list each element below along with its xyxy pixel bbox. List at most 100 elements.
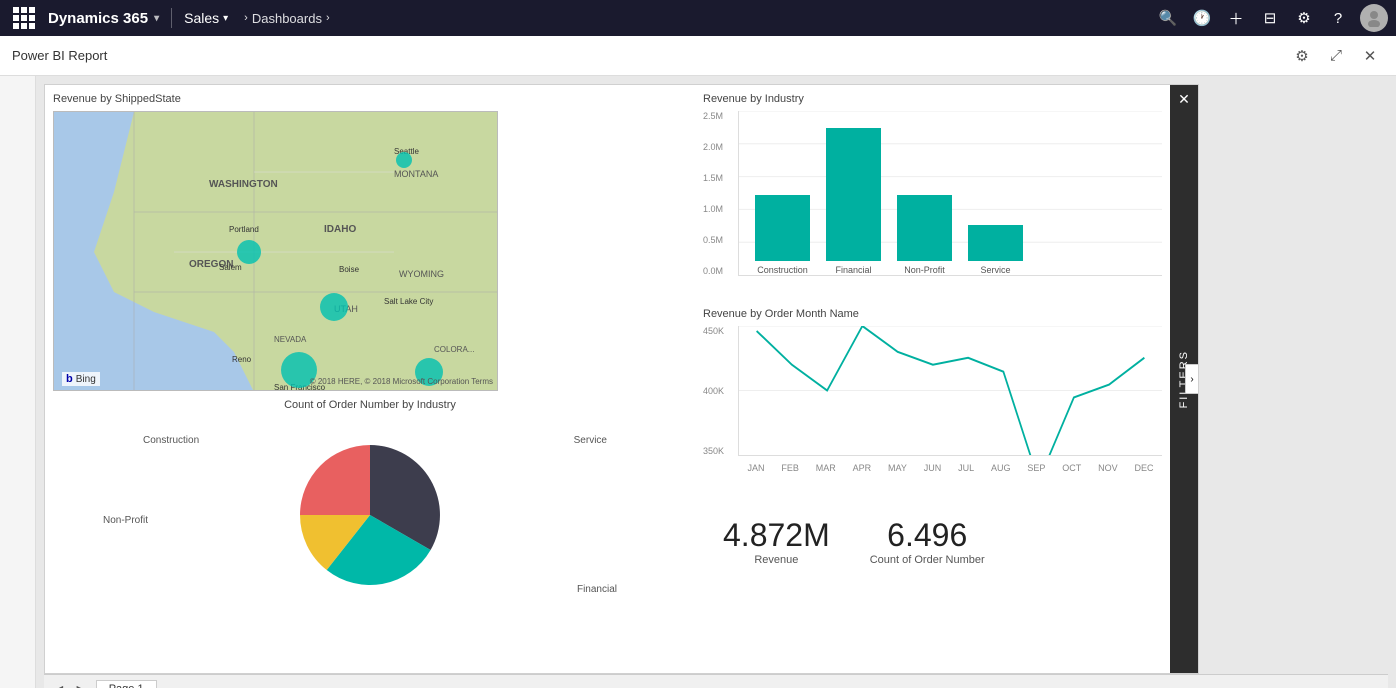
subheader-close-button[interactable]: ✕ (1356, 42, 1384, 70)
bar-y-label-1: 2.0M (703, 142, 723, 152)
bar-financial (826, 128, 881, 261)
page-nav-next[interactable]: ► (74, 681, 88, 688)
breadcrumb-label: Dashboards (252, 11, 322, 26)
page-tabs: ◄ ► Page 1 (44, 674, 1388, 688)
kpi-revenue-value: 4.872M (723, 517, 830, 554)
settings-button[interactable]: ⚙ (1288, 0, 1320, 36)
line-chart-area: JAN FEB MAR APR MAY JUN JUL AUG SEP OC (738, 326, 1162, 456)
report-container: › Revenue by ShippedState (44, 84, 1199, 674)
bar-y-axis: 2.5M 2.0M 1.5M 1.0M 0.5M 0.0M (703, 111, 723, 276)
kpi-order-count-label: Count of Order Number (870, 554, 985, 566)
page-tab-1[interactable]: Page 1 (96, 680, 157, 688)
bar-chart-wrapper: 2.5M 2.0M 1.5M 1.0M 0.5M 0.0M (703, 111, 1162, 296)
bar-label-service: Service (980, 265, 1010, 275)
map-container: WASHINGTON OREGON IDAHO MONTANA WYOMING … (53, 111, 498, 391)
map-copyright: © 2018 HERE, © 2018 Microsoft Corporatio… (310, 377, 493, 386)
x-label-mar: MAR (816, 463, 836, 473)
line-section: Revenue by Order Month Name 450K 400K 35… (703, 308, 1162, 481)
apps-button[interactable] (8, 0, 40, 36)
page-nav-prev[interactable]: ◄ (52, 681, 66, 688)
bar-y-label-5: 0.0M (703, 266, 723, 276)
pie-chart-svg (290, 435, 450, 595)
svg-text:IDAHO: IDAHO (324, 224, 356, 235)
bar-group-service: Service (968, 225, 1023, 275)
breadcrumb: › Dashboards › (236, 11, 337, 26)
line-title: Revenue by Order Month Name (703, 308, 1162, 320)
report-title: Power BI Report (12, 48, 107, 63)
x-label-jun: JUN (924, 463, 942, 473)
svg-text:MONTANA: MONTANA (394, 169, 438, 179)
bar-construction (755, 195, 810, 261)
breadcrumb-arrow2-icon: › (326, 12, 330, 24)
user-avatar[interactable] (1360, 4, 1388, 32)
svg-text:WYOMING: WYOMING (399, 269, 444, 279)
bing-logo: b Bing (62, 372, 100, 386)
pie-label-nonprofit: Non-Profit (103, 515, 148, 526)
kpi-revenue-label: Revenue (723, 554, 830, 566)
bar-group-financial: Financial (826, 128, 881, 275)
x-label-oct: OCT (1062, 463, 1081, 473)
x-label-aug: AUG (991, 463, 1011, 473)
brand-button[interactable]: Dynamics 365 ▾ (40, 10, 167, 27)
kpi-order-count: 6.496 Count of Order Number (870, 517, 985, 566)
topbar-divider (171, 8, 172, 28)
add-button[interactable]: ＋ (1220, 0, 1252, 36)
x-label-jan: JAN (747, 463, 764, 473)
search-button[interactable]: 🔍 (1152, 0, 1184, 36)
history-button[interactable]: 🕐 (1186, 0, 1218, 36)
x-label-feb: FEB (781, 463, 799, 473)
bar-nonprofit (897, 195, 952, 261)
report-inner: Revenue by ShippedState (45, 85, 1198, 673)
report-right-panel: Revenue by Industry 2.5M 2.0M 1.5M 1.0M … (695, 85, 1198, 673)
kpi-order-count-value: 6.496 (870, 517, 985, 554)
x-label-jul: JUL (958, 463, 974, 473)
bar-service (968, 225, 1023, 261)
report-left-panel: Revenue by ShippedState (45, 85, 695, 673)
bar-y-label-2: 1.5M (703, 173, 723, 183)
pie-label-financial: Financial (577, 584, 617, 595)
svg-text:Portland: Portland (229, 225, 259, 234)
map-title: Revenue by ShippedState (53, 93, 687, 105)
x-label-may: MAY (888, 463, 907, 473)
sales-section[interactable]: Sales ▾ (176, 10, 236, 26)
pie-label-construction: Construction (143, 435, 199, 446)
brand-label: Dynamics 365 (48, 10, 148, 27)
kpi-section: 4.872M Revenue 6.496 Count of Order Numb… (703, 509, 1162, 574)
brand-chevron-icon: ▾ (154, 13, 159, 24)
subheader-expand-button[interactable]: ⤢ (1322, 42, 1350, 70)
sales-chevron-icon: ▾ (223, 13, 228, 24)
filter-button[interactable]: ⊟ (1254, 0, 1286, 36)
bing-icon: b (66, 373, 73, 385)
svg-text:Reno: Reno (232, 355, 252, 364)
line-y-label-1: 400K (703, 386, 724, 396)
line-chart-wrapper: 450K 400K 350K (703, 326, 1162, 481)
bar-group-construction: Construction (755, 195, 810, 275)
svg-text:COLORA...: COLORA... (434, 345, 474, 354)
bar-y-label-0: 2.5M (703, 111, 723, 121)
filters-close-button[interactable]: ✕ (1174, 89, 1194, 109)
subheader-settings-button[interactable]: ⚙ (1288, 42, 1316, 70)
content-area: › Revenue by ShippedState (36, 76, 1396, 688)
kpi-revenue: 4.872M Revenue (723, 517, 830, 566)
line-y-label-2: 350K (703, 446, 724, 456)
bar-label-nonprofit: Non-Profit (904, 265, 945, 275)
pie-label-service: Service (574, 435, 607, 446)
topbar: Dynamics 365 ▾ Sales ▾ › Dashboards › 🔍 … (0, 0, 1396, 36)
bar-section: Revenue by Industry 2.5M 2.0M 1.5M 1.0M … (703, 93, 1162, 296)
line-x-axis: JAN FEB MAR APR MAY JUN JUL AUG SEP OC (739, 463, 1162, 473)
bar-label-financial: Financial (835, 265, 871, 275)
pie-title: Count of Order Number by Industry (53, 399, 687, 411)
x-label-nov: NOV (1098, 463, 1118, 473)
x-label-sep: SEP (1027, 463, 1045, 473)
line-chart-svg (739, 326, 1162, 455)
pie-section: Count of Order Number by Industry Servic… (53, 399, 687, 615)
subheader-actions: ⚙ ⤢ ✕ (1288, 42, 1384, 70)
bar-group-container: Construction Financial Non-Profit (739, 111, 1162, 275)
svg-text:WASHINGTON: WASHINGTON (209, 179, 278, 190)
chevron-left-panel[interactable]: › (1185, 364, 1199, 394)
bar-group-nonprofit: Non-Profit (897, 195, 952, 275)
svg-text:Salt Lake City: Salt Lake City (384, 297, 433, 306)
help-button[interactable]: ? (1322, 0, 1354, 36)
main-layout: › Revenue by ShippedState (0, 76, 1396, 688)
x-label-dec: DEC (1135, 463, 1154, 473)
